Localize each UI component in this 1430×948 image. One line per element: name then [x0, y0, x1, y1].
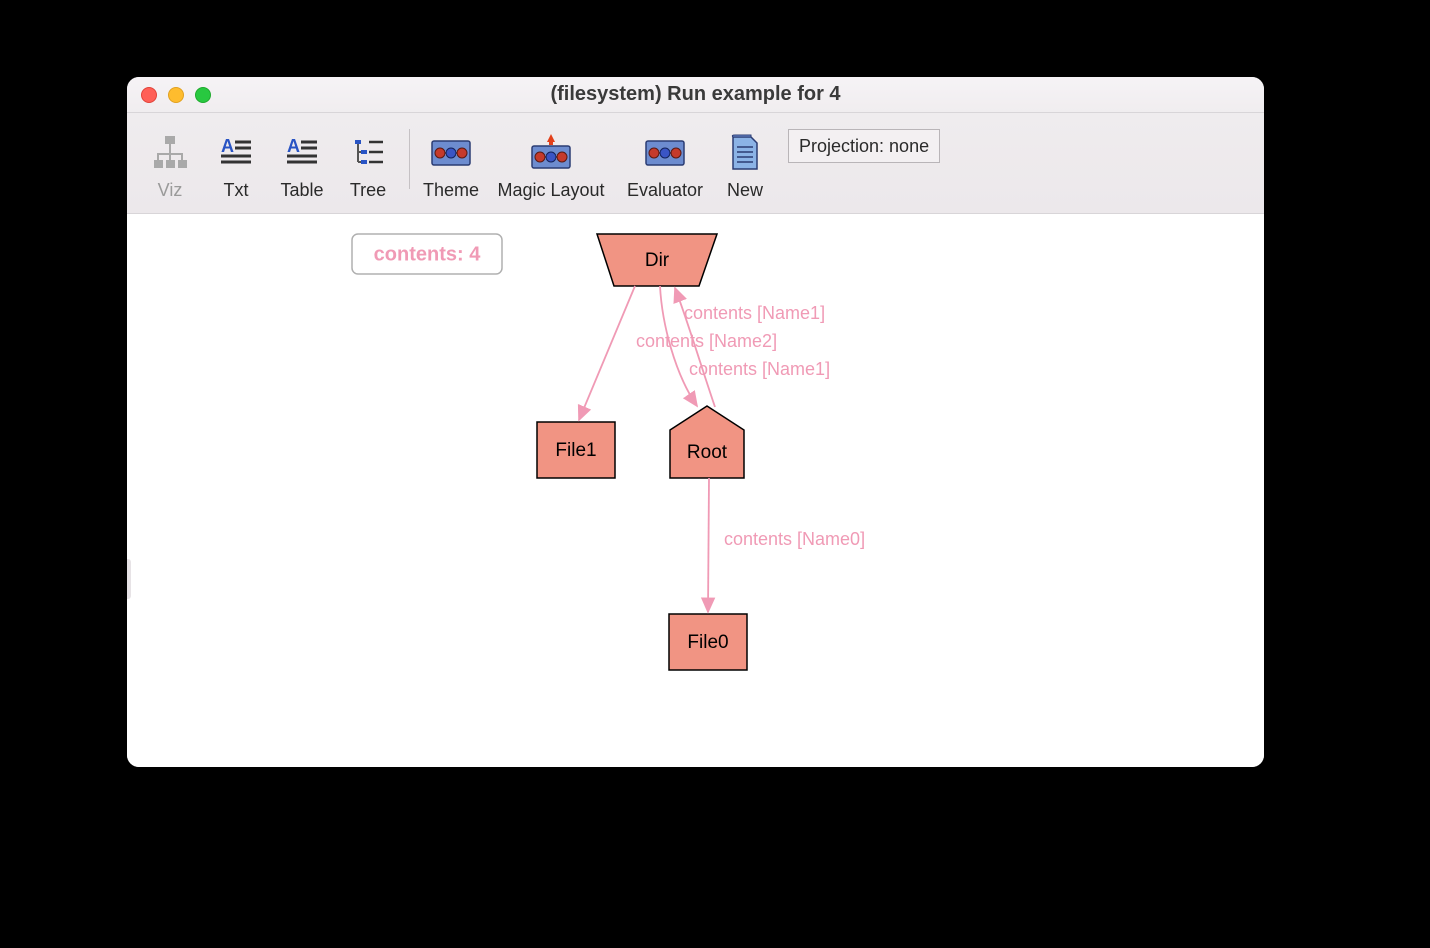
- projection-selector[interactable]: Projection: none: [788, 129, 940, 163]
- magic-layout-label: Magic Layout: [497, 180, 604, 201]
- toolbar: Viz A Txt A: [127, 113, 1264, 214]
- magic-layout-button[interactable]: Magic Layout: [484, 128, 618, 205]
- separator: [409, 129, 410, 189]
- svg-text:A: A: [221, 136, 234, 156]
- node-file0[interactable]: File0: [669, 614, 747, 670]
- edge-label-dir-file1: contents [Name2]: [636, 331, 777, 351]
- table-button[interactable]: A Table: [269, 128, 335, 205]
- close-icon[interactable]: [141, 87, 157, 103]
- node-root[interactable]: Root: [670, 406, 744, 478]
- table-label: Table: [280, 180, 323, 201]
- svg-text:Dir: Dir: [645, 250, 670, 271]
- txt-label: Txt: [224, 180, 249, 201]
- tree-label: Tree: [350, 180, 386, 201]
- theme-button[interactable]: Theme: [418, 128, 484, 205]
- theme-label: Theme: [423, 180, 479, 201]
- projection-label: Projection: none: [799, 136, 929, 157]
- viz-label: Viz: [158, 180, 183, 201]
- txt-button[interactable]: A Txt: [203, 128, 269, 205]
- window-controls: [141, 87, 211, 103]
- svg-text:A: A: [287, 136, 300, 156]
- edge-dir-file1: [579, 286, 635, 420]
- new-icon: [724, 132, 766, 174]
- app-window: (filesystem) Run example for 4 Viz A: [127, 77, 1264, 767]
- viz-button[interactable]: Viz: [137, 128, 203, 205]
- titlebar: (filesystem) Run example for 4: [127, 77, 1264, 113]
- edge-label-dir-root-1: contents [Name1]: [684, 303, 825, 323]
- tree-icon: [347, 132, 389, 174]
- node-file1[interactable]: File1: [537, 422, 615, 478]
- tree-button[interactable]: Tree: [335, 128, 401, 205]
- evaluator-label: Evaluator: [627, 180, 703, 201]
- edge-label-root-file0: contents [Name0]: [724, 529, 865, 549]
- new-button[interactable]: New: [712, 128, 778, 205]
- svg-text:File0: File0: [687, 632, 728, 653]
- table-icon: A: [281, 132, 323, 174]
- evaluator-button[interactable]: Evaluator: [618, 128, 712, 205]
- legend-text: contents: 4: [374, 243, 482, 265]
- svg-text:File1: File1: [555, 440, 596, 461]
- diagram-canvas[interactable]: contents: 4 Dir File1 Root File0: [127, 214, 1264, 767]
- viz-icon: [149, 132, 191, 174]
- theme-icon: [430, 132, 472, 174]
- minimize-icon[interactable]: [168, 87, 184, 103]
- new-label: New: [727, 180, 763, 201]
- evaluator-icon: [644, 132, 686, 174]
- edge-root-file0: [708, 478, 709, 612]
- txt-icon: A: [215, 132, 257, 174]
- edge-label-root-dir: contents [Name1]: [689, 359, 830, 379]
- window-title: (filesystem) Run example for 4: [127, 83, 1264, 106]
- zoom-icon[interactable]: [195, 87, 211, 103]
- magic-layout-icon: [530, 132, 572, 174]
- svg-text:Root: Root: [687, 442, 728, 463]
- node-dir[interactable]: Dir: [597, 234, 717, 286]
